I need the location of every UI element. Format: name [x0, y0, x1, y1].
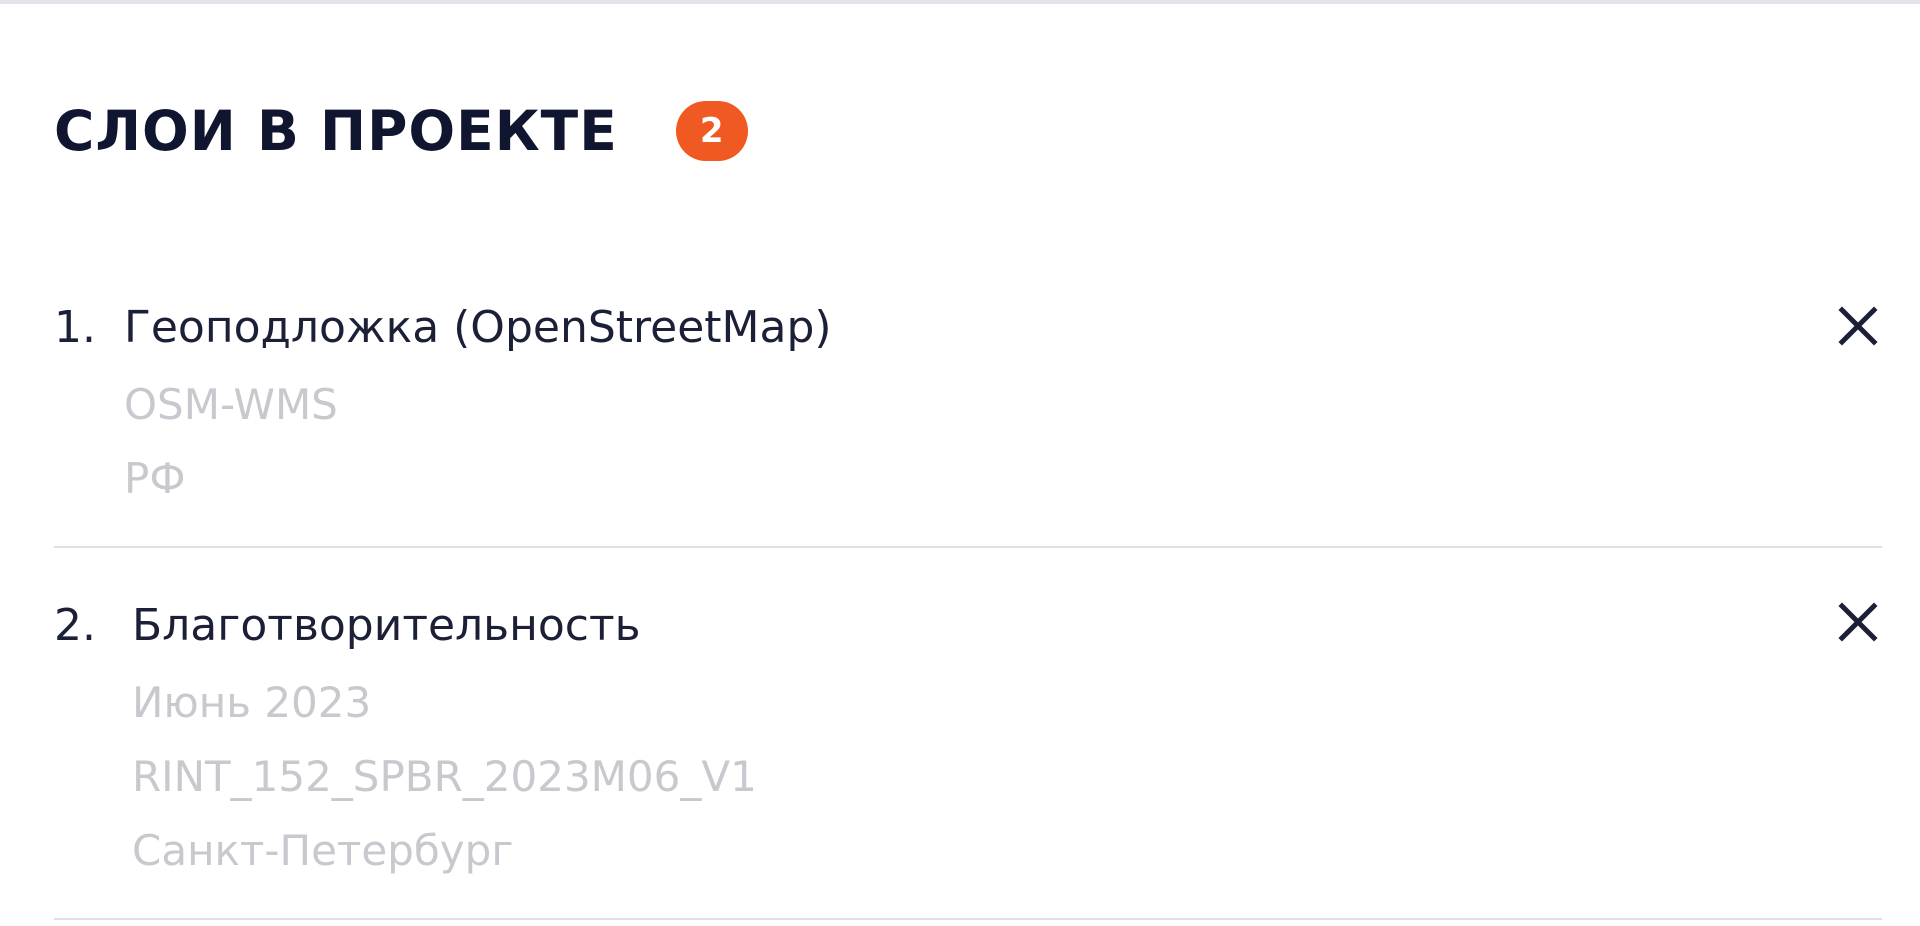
close-icon	[1838, 602, 1878, 642]
layer-number: 2.	[54, 600, 96, 651]
layer-period: Июнь 2023	[132, 678, 372, 727]
panel-header: СЛОИ В ПРОЕКТЕ 2	[54, 96, 748, 166]
layer-name: Геоподложка (OpenStreetMap)	[124, 302, 832, 353]
remove-layer-button[interactable]	[1834, 598, 1882, 646]
close-icon	[1838, 306, 1878, 346]
panel-title: СЛОИ В ПРОЕКТЕ	[54, 98, 618, 163]
layer-region: Санкт-Петербург	[132, 826, 514, 875]
layer-title-row: 1. Геоподложка (OpenStreetMap)	[54, 302, 832, 353]
layer-name: Благотворительность	[132, 600, 641, 651]
remove-layer-button[interactable]	[1834, 302, 1882, 350]
layer-title-row: 2. Благотворительность	[54, 600, 641, 651]
layer-count-badge: 2	[675, 101, 748, 161]
layer-source: OSM-WMS	[124, 380, 338, 429]
layer-code: RINT_152_SPBR_2023M06_V1	[132, 752, 757, 801]
layer-item: 1. Геоподложка (OpenStreetMap) OSM-WMS Р…	[54, 290, 1882, 548]
project-layers-panel: СЛОИ В ПРОЕКТЕ 2 1. Геоподложка (OpenStr…	[0, 0, 1920, 926]
layer-number: 1.	[54, 302, 96, 353]
layer-item: 2. Благотворительность Июнь 2023 RINT_15…	[54, 548, 1882, 920]
layer-list: 1. Геоподложка (OpenStreetMap) OSM-WMS Р…	[54, 290, 1882, 920]
layer-region: РФ	[124, 454, 186, 503]
